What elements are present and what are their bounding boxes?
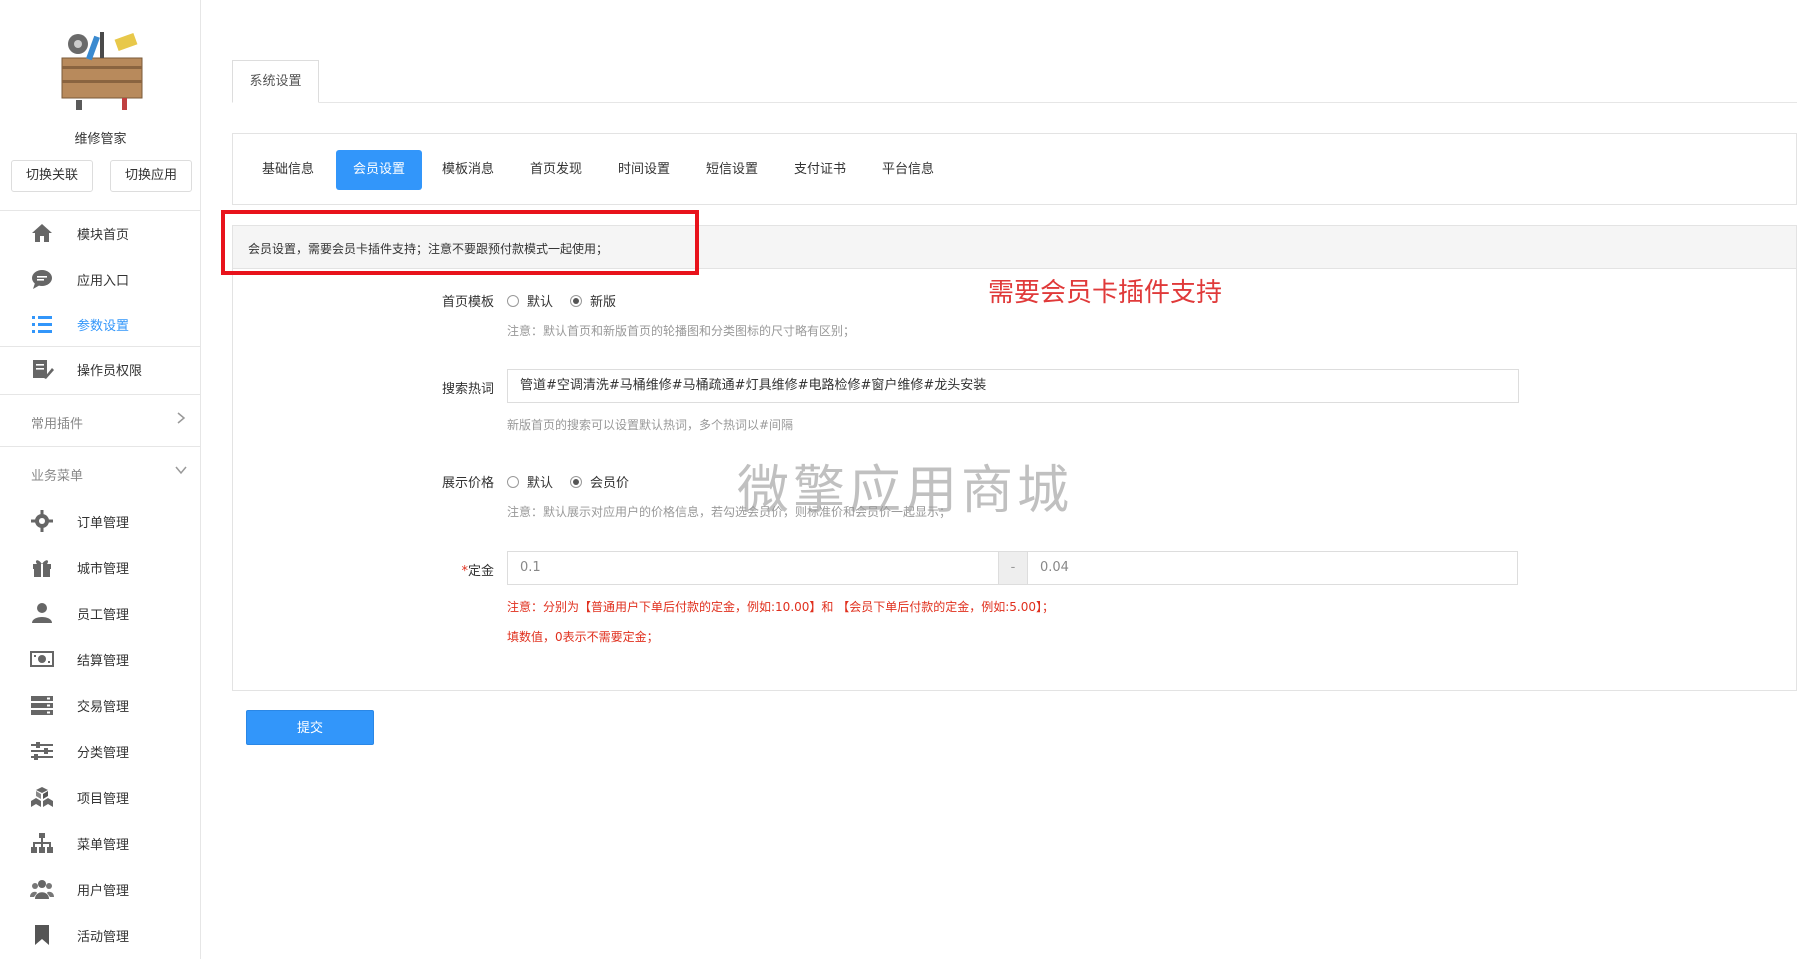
sidebar-item-label: 员工管理: [77, 607, 130, 623]
sidebar-item-operator-perms[interactable]: 操作员权限: [0, 347, 201, 391]
sidebar-item-projects[interactable]: 项目管理: [0, 775, 201, 819]
home-template-hint: 注意：默认首页和新版首页的轮播图和分类图标的尺寸略有区别；: [507, 324, 856, 338]
sidebar-item-label: 分类管理: [77, 745, 130, 761]
sidebar-item-users[interactable]: 用户管理: [0, 867, 201, 911]
sidebar-item-label: 城市管理: [77, 561, 130, 577]
gear-icon: [31, 510, 53, 532]
tab-basic-info[interactable]: 基础信息: [250, 150, 326, 190]
sidebar-item-label: 菜单管理: [77, 837, 130, 853]
list-icon: [32, 316, 52, 333]
deposit-hint-2: 填数值，0表示不需要定金；: [507, 630, 659, 644]
radio-circle: [507, 294, 519, 307]
deposit-label-text: 定金: [467, 564, 494, 579]
sliders-icon: [31, 742, 53, 760]
sidebar-item-label: 操作员权限: [77, 363, 143, 379]
home-template-new-radio[interactable]: 新版: [570, 291, 616, 310]
sidebar-item-module-home[interactable]: 模块首页: [0, 211, 201, 255]
home-template-label: 首页模板: [441, 295, 494, 310]
bookmark-icon: [35, 925, 49, 945]
deposit-member-input[interactable]: 0.04: [1027, 551, 1518, 585]
sidebar-item-label: 项目管理: [77, 791, 130, 807]
sidebar-item-label: 模块首页: [77, 227, 130, 243]
user-icon: [32, 603, 52, 623]
radio-circle: [570, 294, 582, 307]
sidebar-item-cities[interactable]: 城市管理: [0, 545, 201, 589]
radio-label: 会员价: [590, 476, 630, 491]
show-price-member-radio[interactable]: 会员价: [570, 472, 629, 491]
sidebar-item-app-entry[interactable]: 应用入口: [0, 257, 201, 301]
radio-circle: [507, 475, 519, 488]
search-hot-label: 搜索热词: [441, 382, 494, 397]
divider: [0, 446, 201, 447]
submit-button[interactable]: 提交: [246, 710, 374, 745]
sidebar-item-label: 应用入口: [77, 273, 130, 289]
radio-label: 默认: [527, 476, 554, 491]
sidebar-item-params[interactable]: 参数设置: [0, 302, 201, 346]
divider: [0, 394, 201, 395]
tab-time-settings[interactable]: 时间设置: [606, 150, 682, 190]
money-icon: [30, 651, 54, 667]
deposit-hint-1: 注意：分别为【普通用户下单后付款的定金，例如:10.00】和 【会员下单后付款的…: [507, 600, 1054, 614]
tab-system-settings[interactable]: 系统设置: [232, 60, 319, 103]
deposit-label: *定金: [374, 560, 494, 579]
app-logo: [61, 32, 143, 110]
chat-icon: [32, 270, 52, 289]
switch-app-button[interactable]: 切换应用: [110, 160, 192, 192]
radio-label: 新版: [590, 295, 617, 310]
annotation-text: 需要会员卡插件支持: [988, 278, 1223, 308]
sidebar-item-label: 订单管理: [77, 515, 130, 531]
chevron-right-icon[interactable]: [174, 411, 188, 425]
tab-template-messages[interactable]: 模板消息: [430, 150, 506, 190]
search-hot-hint: 新版首页的搜索可以设置默认热词，多个热词以#间隔: [507, 418, 794, 432]
home-icon: [32, 224, 52, 242]
gift-icon: [33, 560, 51, 577]
app-name: 维修管家: [74, 132, 127, 147]
group-title-plugins[interactable]: 常用插件: [31, 413, 83, 432]
sidebar-item-activities[interactable]: 活动管理: [0, 913, 201, 957]
sidebar-item-settlement[interactable]: 结算管理: [0, 637, 201, 681]
tab-home-discover[interactable]: 首页发现: [518, 150, 594, 190]
tab-bar-line: [232, 102, 1797, 103]
sidebar-item-label: 参数设置: [77, 318, 130, 334]
show-price-label: 展示价格: [441, 476, 494, 491]
sidebar-item-label: 用户管理: [77, 883, 130, 899]
deposit-normal-input[interactable]: 0.1: [507, 551, 999, 585]
radio-label: 默认: [527, 295, 554, 310]
sidebar-item-categories[interactable]: 分类管理: [0, 729, 201, 773]
show-price-hint: 注意：默认展示对应用户的价格信息，若勾选会员价，则标准价和会员价一起显示；: [507, 505, 952, 519]
sidebar-item-trades[interactable]: 交易管理: [0, 683, 201, 727]
server-icon: [31, 696, 53, 715]
sidebar-item-orders[interactable]: 订单管理: [0, 499, 201, 543]
tab-sms-settings[interactable]: 短信设置: [694, 150, 770, 190]
sidebar-item-label: 交易管理: [77, 699, 130, 715]
sidebar: 维修管家 切换关联 切换应用 模块首页 应用入口 参数设置 操作员权限 常用插件…: [0, 0, 201, 959]
sidebar-item-label: 结算管理: [77, 653, 130, 669]
search-hot-input[interactable]: 管道#空调清洗#马桶维修#马桶疏通#灯具维修#电路检修#窗户维修#龙头安装: [507, 369, 1519, 403]
group-title-business[interactable]: 业务菜单: [31, 465, 83, 484]
sub-nav: 基础信息 会员设置 模板消息 首页发现 时间设置 短信设置 支付证书 平台信息: [232, 133, 1797, 205]
cubes-icon: [31, 787, 53, 807]
home-template-default-radio[interactable]: 默认: [507, 291, 553, 310]
highlight-box: [221, 210, 699, 275]
edit-doc-icon: [33, 360, 54, 379]
tab-payment-cert[interactable]: 支付证书: [782, 150, 858, 190]
show-price-default-radio[interactable]: 默认: [507, 472, 553, 491]
radio-circle: [570, 475, 582, 488]
chevron-down-icon[interactable]: [174, 463, 188, 477]
deposit-separator: -: [999, 551, 1027, 585]
switch-association-button[interactable]: 切换关联: [11, 160, 93, 192]
tab-member-settings[interactable]: 会员设置: [336, 150, 422, 190]
users-icon: [30, 880, 54, 899]
tab-platform-info[interactable]: 平台信息: [870, 150, 946, 190]
sidebar-item-label: 活动管理: [77, 929, 130, 945]
sidebar-item-staff[interactable]: 员工管理: [0, 591, 201, 635]
sitemap-icon: [31, 833, 53, 853]
sidebar-item-menus[interactable]: 菜单管理: [0, 821, 201, 865]
